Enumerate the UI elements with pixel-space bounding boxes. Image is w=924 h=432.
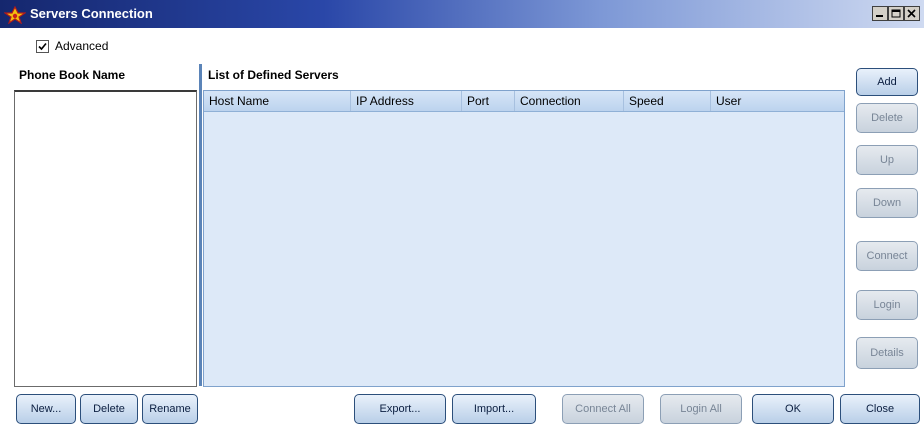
column-header-speed[interactable]: Speed	[624, 91, 711, 111]
column-header-port[interactable]: Port	[462, 91, 515, 111]
column-header-user[interactable]: User	[711, 91, 844, 111]
connect-button[interactable]: Connect	[856, 241, 918, 271]
delete-server-button[interactable]: Delete	[856, 103, 918, 133]
servers-table-header: Host Name IP Address Port Connection Spe…	[204, 91, 844, 112]
minimize-button[interactable]	[872, 6, 888, 21]
maximize-icon	[891, 9, 901, 18]
new-phonebook-button[interactable]: New...	[16, 394, 76, 424]
up-button[interactable]: Up	[856, 145, 918, 175]
panel-divider[interactable]	[199, 64, 202, 386]
minimize-icon	[876, 15, 883, 17]
column-header-connection[interactable]: Connection	[515, 91, 624, 111]
add-button[interactable]: Add	[856, 68, 918, 96]
login-all-button[interactable]: Login All	[660, 394, 742, 424]
rename-phonebook-button[interactable]: Rename	[142, 394, 198, 424]
import-button[interactable]: Import...	[452, 394, 536, 424]
advanced-checkbox-row[interactable]: Advanced	[36, 39, 108, 53]
delete-phonebook-button[interactable]: Delete	[80, 394, 138, 424]
connect-all-button[interactable]: Connect All	[562, 394, 644, 424]
check-icon	[38, 42, 47, 50]
servers-header: List of Defined Servers	[208, 68, 339, 82]
details-button[interactable]: Details	[856, 337, 918, 369]
phonebook-list[interactable]	[14, 90, 197, 387]
down-button[interactable]: Down	[856, 188, 918, 218]
advanced-checkbox[interactable]	[36, 39, 49, 53]
column-header-ip-address[interactable]: IP Address	[351, 91, 462, 111]
maximize-button[interactable]	[888, 6, 904, 21]
close-icon	[907, 9, 916, 18]
advanced-label: Advanced	[55, 39, 109, 53]
servers-table[interactable]: Host Name IP Address Port Connection Spe…	[203, 90, 845, 387]
window-controls	[872, 6, 920, 21]
title-bar: Servers Connection	[0, 0, 924, 28]
close-button[interactable]: Close	[840, 394, 920, 424]
column-header-host-name[interactable]: Host Name	[204, 91, 351, 111]
ok-button[interactable]: OK	[752, 394, 834, 424]
app-logo-icon	[3, 5, 27, 25]
close-window-button[interactable]	[904, 6, 920, 21]
login-button[interactable]: Login	[856, 290, 918, 320]
export-button[interactable]: Export...	[354, 394, 446, 424]
window-title: Servers Connection	[30, 6, 153, 21]
phonebook-header: Phone Book Name	[19, 68, 126, 82]
